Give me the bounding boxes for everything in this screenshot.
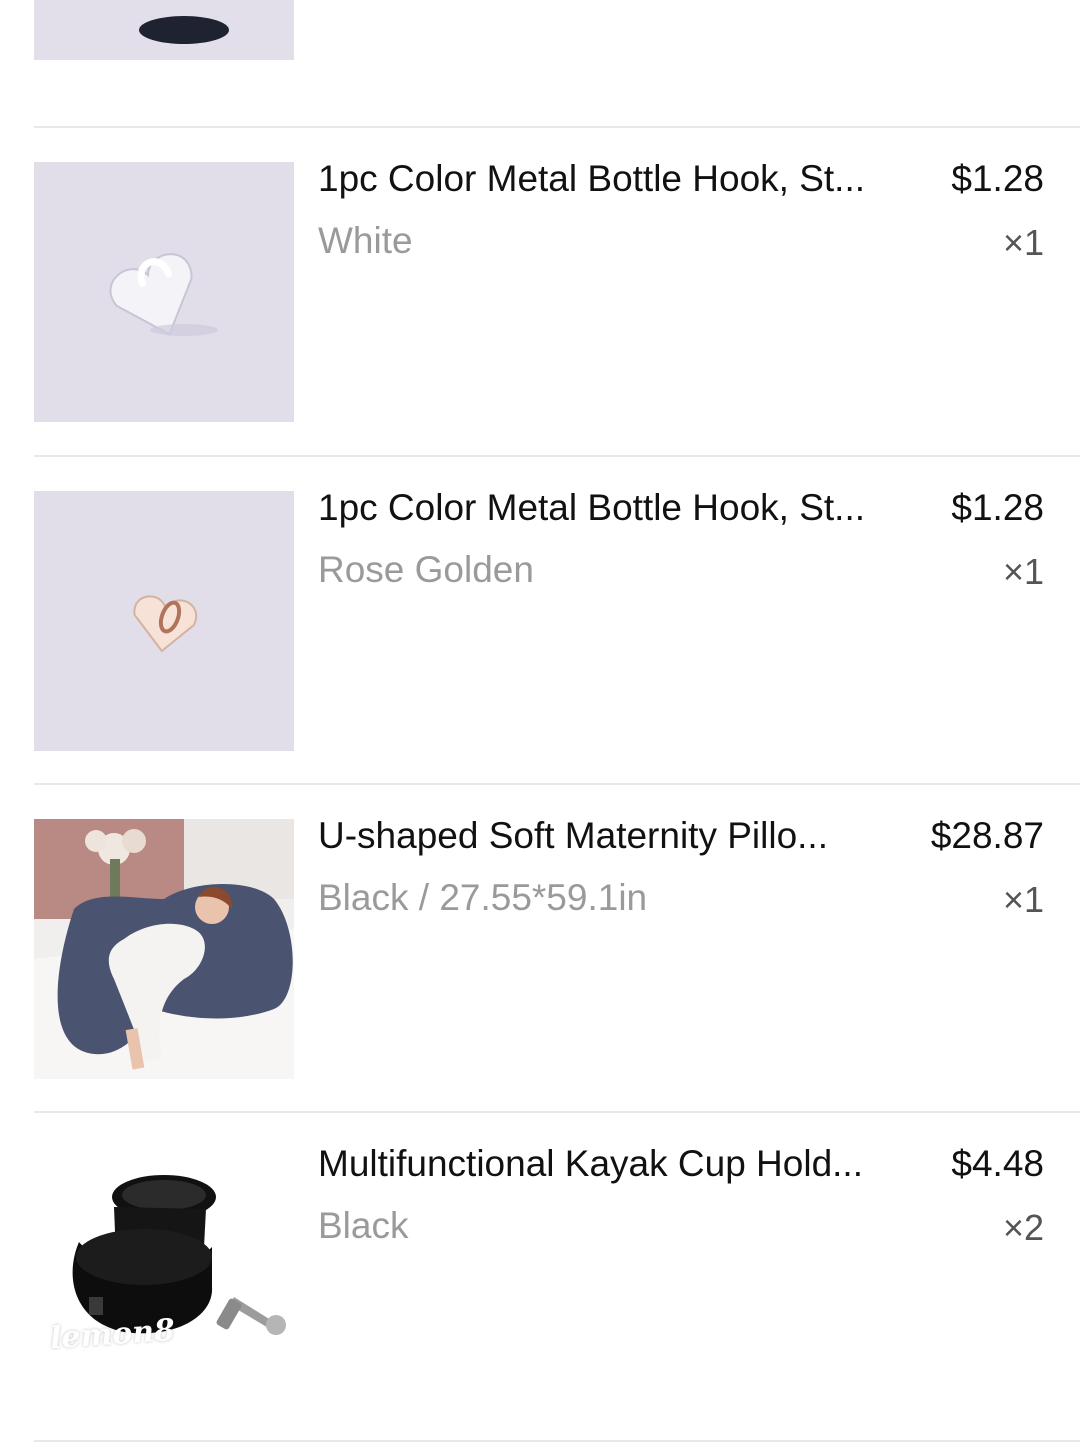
product-thumbnail[interactable] bbox=[34, 0, 294, 60]
product-quantity: ×1 bbox=[1002, 551, 1044, 592]
product-title[interactable]: Multifunctional Kayak Cup Hold... bbox=[318, 1141, 918, 1187]
product-variant: White bbox=[318, 220, 413, 261]
product-quantity: ×2 bbox=[1002, 1207, 1044, 1248]
product-price: $1.28 bbox=[951, 487, 1044, 528]
product-title[interactable]: 1pc Color Metal Bottle Hook, St... bbox=[318, 485, 918, 531]
product-price: $4.48 bbox=[951, 1143, 1044, 1184]
list-item[interactable]: lemon8 Multifunctional Kayak Cup Hold...… bbox=[0, 1113, 1080, 1441]
list-item-partial[interactable] bbox=[0, 0, 1080, 94]
product-thumbnail[interactable]: lemon8 bbox=[34, 1147, 294, 1407]
product-title[interactable]: U-shaped Soft Maternity Pillo... bbox=[318, 813, 918, 859]
product-quantity: ×1 bbox=[1002, 222, 1044, 263]
divider bbox=[34, 1440, 1080, 1442]
product-thumbnail[interactable] bbox=[34, 162, 294, 422]
product-variant: Black bbox=[318, 1205, 409, 1246]
kayak-cup-holder-image bbox=[34, 1147, 294, 1407]
product-thumbnail[interactable] bbox=[34, 819, 294, 1079]
list-item[interactable]: 1pc Color Metal Bottle Hook, St... $1.28… bbox=[0, 128, 1080, 456]
product-quantity: ×1 bbox=[1002, 879, 1044, 920]
product-variant: Black / 27.55*59.1in bbox=[318, 877, 648, 918]
product-title[interactable]: 1pc Color Metal Bottle Hook, St... bbox=[318, 156, 918, 202]
product-price: $1.28 bbox=[951, 158, 1044, 199]
product-thumbnail[interactable] bbox=[34, 491, 294, 751]
product-image bbox=[34, 0, 294, 60]
product-variant: Rose Golden bbox=[318, 549, 534, 590]
maternity-pillow-image bbox=[34, 819, 294, 1079]
white-heart-hook-image bbox=[34, 162, 294, 422]
order-item-list: 1pc Color Metal Bottle Hook, St... $1.28… bbox=[0, 0, 1080, 1444]
list-item[interactable]: U-shaped Soft Maternity Pillo... $28.87 … bbox=[0, 785, 1080, 1113]
rose-gold-heart-hook-image bbox=[34, 491, 294, 751]
list-item[interactable]: 1pc Color Metal Bottle Hook, St... $1.28… bbox=[0, 457, 1080, 785]
product-price: $28.87 bbox=[930, 815, 1044, 856]
